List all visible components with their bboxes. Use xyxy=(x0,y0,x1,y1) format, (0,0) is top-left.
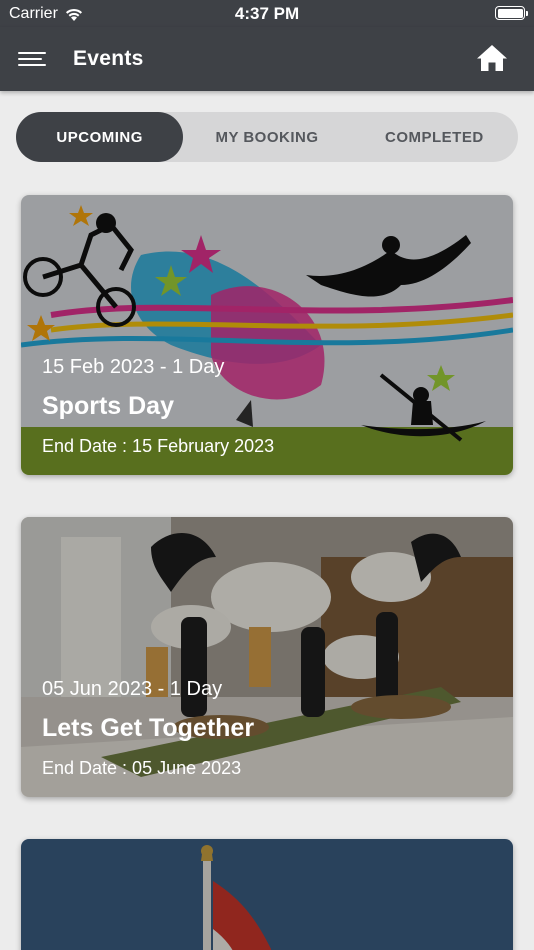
event-card[interactable] xyxy=(21,839,513,950)
tab-my-booking[interactable]: MY BOOKING xyxy=(183,112,350,162)
status-bar: Carrier 4:37 PM xyxy=(0,0,534,27)
event-name: Lets Get Together xyxy=(42,714,255,742)
event-card[interactable]: 05 Jun 2023 - 1 Day Lets Get Together En… xyxy=(21,517,513,797)
card-overlay xyxy=(21,839,513,950)
hamburger-icon[interactable] xyxy=(18,50,46,68)
battery-icon xyxy=(495,6,528,20)
event-end-date: End Date : 15 February 2023 xyxy=(42,436,275,456)
card-overlay xyxy=(21,517,513,797)
tab-upcoming[interactable]: UPCOMING xyxy=(16,112,184,162)
event-card[interactable]: 15 Feb 2023 - 1 Day Sports Day End Date … xyxy=(21,195,513,475)
page-title: Events xyxy=(73,47,144,70)
home-icon[interactable] xyxy=(476,44,508,72)
app-header: Events xyxy=(0,27,534,91)
tab-completed[interactable]: COMPLETED xyxy=(351,112,518,162)
event-tabs: UPCOMING MY BOOKING COMPLETED xyxy=(16,112,518,162)
event-date-range: 15 Feb 2023 - 1 Day xyxy=(42,356,225,378)
event-end-date: End Date : 05 June 2023 xyxy=(42,758,242,778)
event-date-range: 05 Jun 2023 - 1 Day xyxy=(42,678,223,700)
card-overlay xyxy=(21,195,513,475)
event-name: Sports Day xyxy=(42,392,174,420)
clock: 4:37 PM xyxy=(234,4,300,23)
